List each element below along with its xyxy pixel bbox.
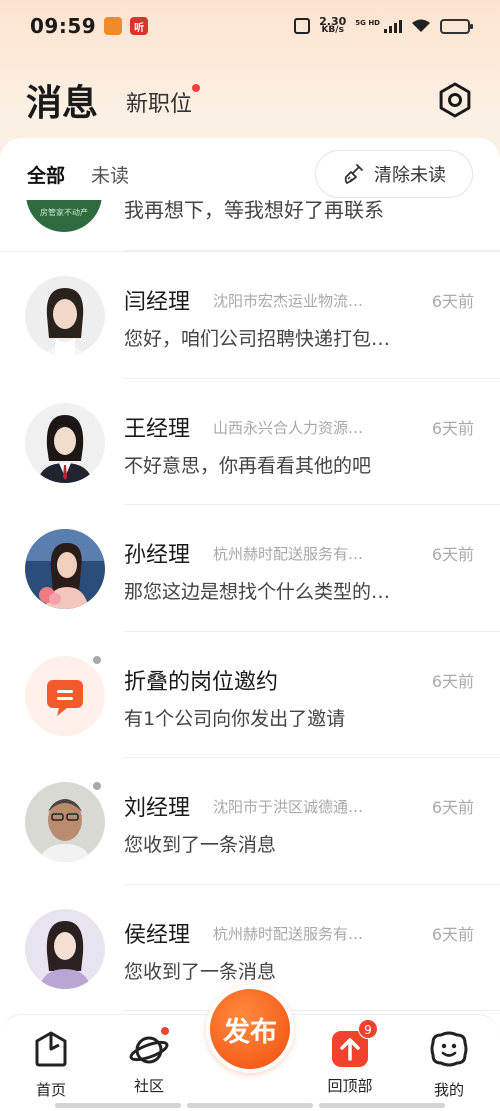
message-time: 6天前: [431, 798, 474, 817]
list-item[interactable]: 闫经理 沈阳市宏杰运业物流… 6天前 您好，咱们公司招聘快递打包…: [0, 252, 500, 379]
nav-back-to-top-label: 回顶部: [327, 1077, 373, 1095]
contact-name: 刘经理: [124, 796, 191, 821]
broom-icon: [344, 164, 363, 184]
page-title: 消息: [26, 83, 99, 124]
tab-new-jobs[interactable]: 新职位: [126, 84, 201, 118]
contact-name: 闫经理: [124, 290, 191, 315]
listen-app-icon: 听: [130, 17, 149, 35]
signal-icon: 5G HD: [355, 19, 402, 33]
list-item[interactable]: 折叠的岗位邀约 6天前 有1个公司向你发出了邀请: [0, 632, 500, 758]
list-item[interactable]: 王经理 山西永兴合人力资源… 6天前 不好意思，你再看看其他的吧: [0, 379, 500, 505]
contact-name: 侯经理: [124, 922, 191, 948]
nav-mine[interactable]: 我的: [414, 1029, 484, 1100]
message-preview: 不好意思，你再看看其他的吧: [124, 454, 372, 477]
avatar: [25, 402, 105, 483]
list-item[interactable]: 房管家不动产 我再想下，等我想好了再联系: [0, 200, 500, 252]
gesture-bar: [55, 1103, 445, 1108]
company-name: 杭州赫时配送服务有…: [213, 924, 364, 943]
unread-dot: [91, 780, 103, 792]
nav-community[interactable]: 社区: [114, 1025, 184, 1096]
list-item[interactable]: 刘经理 沈阳市于洪区诚德通… 6天前 您收到了一条消息: [0, 758, 500, 885]
publish-button[interactable]: 发布: [206, 985, 294, 1073]
filter-unread[interactable]: 未读: [91, 161, 129, 188]
home-bag-icon: [35, 1031, 67, 1067]
back-to-top-badge: 9: [358, 1019, 378, 1039]
message-preview: 那您这边是想找个什么类型的…: [124, 581, 391, 603]
message-time: 6天前: [431, 292, 474, 311]
company-name: 沈阳市于洪区诚德通…: [213, 798, 364, 816]
battery-icon: [440, 18, 473, 34]
message-time: 6天前: [431, 418, 474, 438]
nav-community-label: 社区: [133, 1077, 164, 1095]
status-bar: 09:59 听 2.30 KB/s 5G HD: [0, 0, 500, 52]
new-jobs-red-dot: [192, 84, 201, 92]
message-list: 房管家不动产 我再想下，等我想好了再联系 闫经理 沈阳市宏杰运业物流… 6天前 …: [0, 200, 500, 1011]
avatar: [25, 782, 105, 862]
avatar: [25, 529, 105, 609]
network-speed: 2.30 KB/s: [319, 15, 347, 35]
settings-icon[interactable]: [436, 81, 474, 119]
clear-unread-button[interactable]: 清除未读: [315, 150, 473, 198]
company-name: 杭州赫时配送服务有…: [213, 545, 364, 563]
nav-home-label: 首页: [35, 1081, 66, 1099]
message-preview: 有1个公司向你发出了邀请: [124, 707, 346, 730]
smiley-profile-icon: [430, 1031, 468, 1067]
avatar: [25, 276, 105, 356]
vibrate-icon: [294, 18, 311, 34]
page-header: 消息 新职位: [0, 70, 500, 130]
community-red-dot: [159, 1025, 171, 1037]
nav-mine-label: 我的: [433, 1081, 464, 1099]
nav-back-to-top[interactable]: 9 回顶部: [315, 1019, 385, 1096]
planet-icon: [129, 1025, 171, 1069]
status-time: 09:59: [30, 14, 97, 38]
wifi-icon: [412, 19, 430, 32]
clear-unread-label: 清除未读: [374, 165, 446, 186]
message-time: 6天前: [431, 671, 474, 691]
contact-name: 王经理: [124, 416, 191, 442]
app-notification-icon: [104, 17, 123, 35]
message-panel: 全部 未读 清除未读 房管家不动产 我再想下，等我想好了再联系 闫经理 沈阳市宏…: [0, 138, 500, 1018]
message-time: 6天前: [431, 924, 474, 944]
unread-dot: [91, 653, 103, 666]
contact-name: 折叠的岗位邀约: [124, 669, 279, 695]
message-time: 6天前: [431, 545, 474, 564]
message-preview: 您收到了一条消息: [124, 960, 277, 983]
company-name: 沈阳市宏杰运业物流…: [213, 292, 364, 310]
list-item[interactable]: 孙经理 杭州赫时配送服务有… 6天前 那您这边是想找个什么类型的…: [0, 505, 500, 632]
message-preview: 您收到了一条消息: [124, 834, 277, 856]
filter-all[interactable]: 全部: [27, 161, 65, 188]
avatar: [25, 655, 105, 736]
company-name: 山西永兴合人力资源…: [213, 418, 364, 437]
avatar: 房管家不动产: [26, 200, 102, 232]
message-preview: 我再想下，等我想好了再联系: [124, 200, 384, 222]
status-icons: 2.30 KB/s 5G HD: [294, 15, 473, 35]
contact-name: 孙经理: [124, 543, 191, 568]
avatar: [25, 908, 105, 989]
nav-home[interactable]: 首页: [16, 1029, 86, 1100]
arrow-up-icon: 9: [330, 1019, 378, 1069]
message-preview: 您好，咱们公司招聘快递打包…: [124, 328, 391, 350]
